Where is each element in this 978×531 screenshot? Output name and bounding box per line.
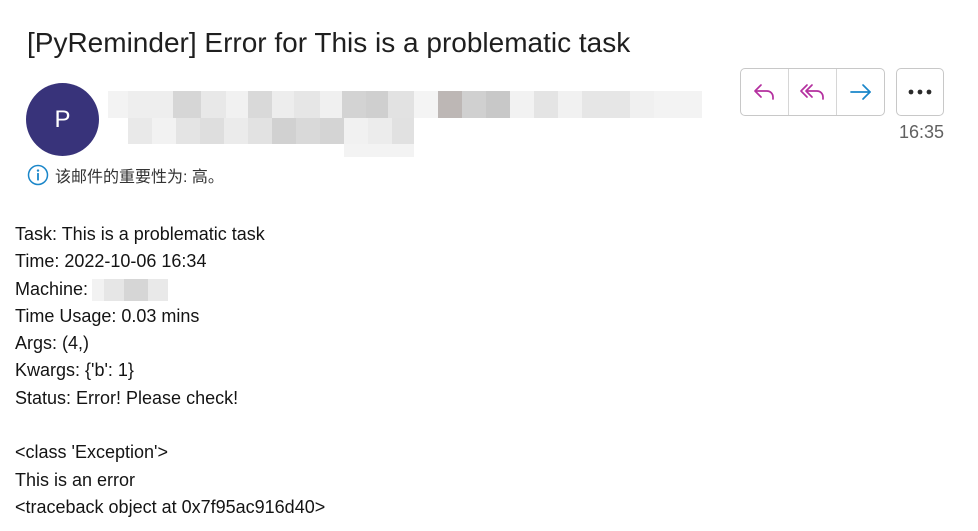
body-traceback: <traceback object at 0x7f95ac916d40> [15, 496, 326, 517]
body-time: Time: 2022-10-06 16:34 [15, 251, 207, 272]
machine-redacted [92, 278, 169, 301]
reply-all-icon [799, 84, 824, 100]
importance-notice: 该邮件的重要性为: 高。 [27, 163, 224, 187]
forward-button[interactable] [837, 69, 884, 115]
body-exception-message: This is an error [15, 469, 136, 490]
body-status: Status: Error! Please check! [15, 387, 239, 408]
body-machine: Machine: [15, 276, 325, 303]
received-time: 16:35 [898, 122, 944, 142]
sender-avatar[interactable]: P [26, 83, 99, 156]
email-subject: [PyReminder] Error for This is a problem… [27, 27, 631, 58]
importance-text: 该邮件的重要性为: 高。 [55, 169, 224, 186]
body-task: Task: This is a problematic task [15, 224, 265, 244]
body-exception-class: <class 'Exception'> [15, 442, 168, 463]
body-time-usage: Time Usage: 0.03 mins [15, 305, 200, 326]
sender-info-redacted [108, 91, 703, 157]
reply-all-button[interactable] [789, 69, 837, 115]
reply-button[interactable] [741, 69, 789, 115]
body-blank-line [15, 412, 325, 439]
email-body: Task: This is a problematic task Time: 2… [15, 221, 325, 521]
more-icon [908, 89, 932, 95]
reply-icon [753, 84, 774, 100]
avatar-letter: P [54, 105, 71, 133]
body-kwargs: Kwargs: {'b': 1} [15, 360, 134, 381]
forward-icon [849, 84, 871, 100]
machine-label: Machine: [15, 278, 89, 299]
info-icon [27, 164, 49, 186]
body-args: Args: (4,) [15, 333, 90, 354]
message-actions-group [740, 68, 885, 116]
more-actions-button[interactable] [896, 68, 944, 116]
